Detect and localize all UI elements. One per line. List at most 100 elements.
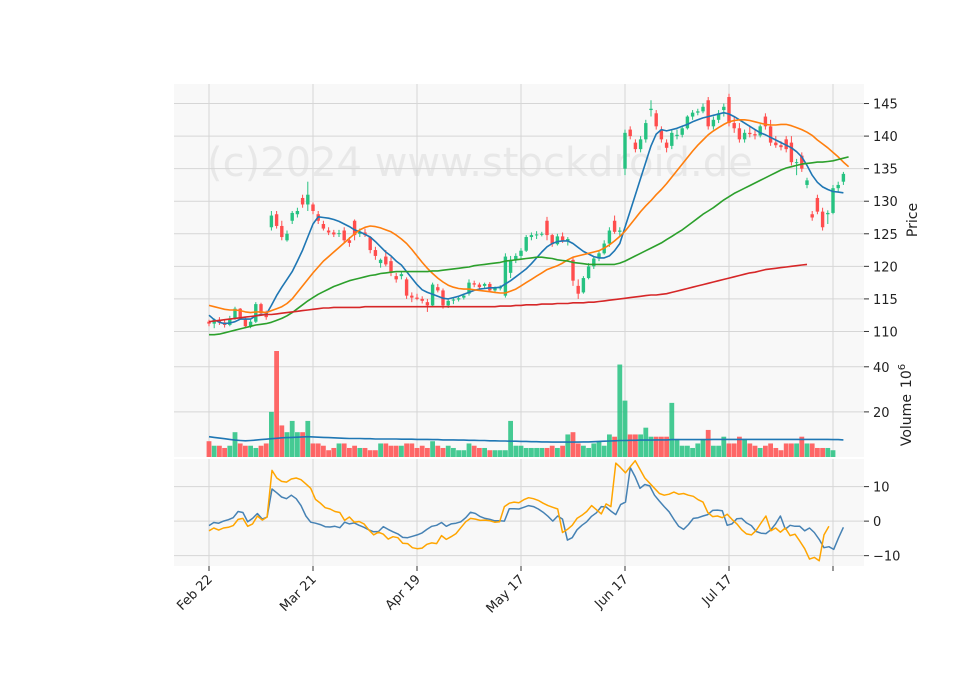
candle-body — [280, 225, 284, 238]
volume-bar — [248, 445, 253, 457]
candle-body — [706, 100, 710, 127]
volume-bar — [492, 450, 498, 457]
volume-bar — [347, 447, 352, 457]
candle-body — [519, 250, 523, 256]
volume-bar — [825, 447, 831, 457]
candle-body — [436, 287, 440, 291]
candle-body — [493, 288, 497, 291]
candle-body — [269, 215, 274, 228]
volume-bar — [586, 447, 591, 457]
candle-body — [295, 210, 300, 215]
candle-body — [810, 214, 814, 218]
candle-body — [410, 295, 414, 298]
candle-body — [321, 224, 326, 229]
candle-body — [586, 266, 591, 279]
candle-body — [477, 284, 482, 288]
volume-bar — [393, 445, 399, 457]
price-tick-label: 125 — [873, 228, 898, 243]
volume-bar — [237, 443, 243, 457]
volume-bar — [555, 447, 560, 457]
candle-body — [472, 283, 476, 285]
candle-body — [649, 108, 653, 111]
volume-bar — [783, 443, 789, 457]
volume-bar — [289, 420, 295, 457]
price-tick-label: 140 — [873, 130, 898, 145]
x-tick-label: May 17 — [484, 572, 528, 616]
candle-body — [664, 142, 669, 148]
candle-body — [462, 295, 466, 298]
volume-bar — [279, 425, 285, 457]
candle-body — [529, 235, 534, 238]
volume-bar — [305, 420, 311, 457]
volume-bar — [747, 443, 753, 457]
volume-bar — [757, 447, 763, 457]
oscillator-tick-label: −10 — [873, 550, 900, 565]
price-axis-label: Price — [905, 203, 921, 237]
volume-bar — [487, 450, 493, 457]
x-tick-label: Apr 19 — [383, 572, 424, 613]
candle-body — [576, 285, 580, 294]
volume-bar — [300, 432, 305, 457]
volume-axis-label-text: Volume — [899, 394, 915, 446]
candle-body — [696, 111, 700, 113]
volume-bar — [679, 445, 685, 457]
volume-bar — [461, 450, 467, 457]
candle-body — [805, 180, 809, 185]
price-tick-label: 135 — [873, 163, 898, 178]
volume-bar — [451, 447, 456, 457]
volume-bar — [409, 443, 415, 457]
candle-body — [794, 162, 799, 164]
candle-body — [337, 233, 341, 235]
volume-bar — [581, 445, 586, 457]
volume-bar — [331, 447, 337, 457]
stock-chart: 110 115 120 125 130 135 140 145 20 40 −10 0 10 Feb 22… — [174, 84, 921, 616]
volume-bar — [456, 450, 461, 457]
volume-axis-label: Volume 106 — [897, 364, 915, 446]
candle-body — [378, 259, 383, 264]
oscillator-tick-label: 10 — [873, 481, 890, 496]
volume-bar — [685, 445, 690, 457]
price-tick-label: 120 — [873, 260, 898, 275]
candle-body — [748, 132, 752, 135]
candle-body — [399, 274, 404, 277]
x-tick-label: Jun 17 — [592, 572, 632, 612]
volume-bar — [794, 443, 799, 457]
price-tick-label: 130 — [873, 195, 898, 210]
volume-bar — [768, 443, 773, 457]
candle-body — [342, 230, 346, 241]
volume-bar — [315, 443, 321, 457]
volume-bar — [425, 447, 430, 457]
volume-bar — [544, 447, 550, 457]
volume-bar — [284, 432, 290, 457]
volume-bar — [503, 450, 508, 457]
candle-body — [711, 119, 716, 127]
volume-bar — [690, 447, 695, 457]
volume-bar — [716, 445, 721, 457]
candle-body — [633, 142, 638, 150]
volume-bar — [378, 443, 383, 457]
candle-body — [326, 230, 331, 233]
volume-bar — [752, 445, 758, 457]
volume-bar — [809, 443, 815, 457]
candle-body — [628, 129, 632, 137]
oscillator-tick-label: 0 — [873, 515, 881, 530]
candle-body — [607, 230, 612, 244]
volume-bar — [341, 443, 347, 457]
volume-bar — [830, 450, 836, 457]
candle-body — [503, 256, 508, 296]
volume-bar — [362, 447, 368, 457]
candle-body — [482, 283, 487, 286]
candle-body — [670, 132, 674, 146]
volume-bar — [518, 445, 524, 457]
candle-body — [404, 279, 409, 296]
volume-axis-label-exponent: 6 — [897, 364, 908, 370]
candle-body — [384, 256, 388, 265]
volume-bar — [633, 434, 638, 457]
volume-bar — [435, 445, 441, 457]
volume-bar — [529, 447, 534, 457]
volume-bar — [617, 364, 623, 457]
volume-bar — [565, 434, 571, 457]
candle-body — [826, 212, 830, 215]
volume-bar — [414, 447, 420, 457]
volume-bar — [477, 447, 482, 457]
